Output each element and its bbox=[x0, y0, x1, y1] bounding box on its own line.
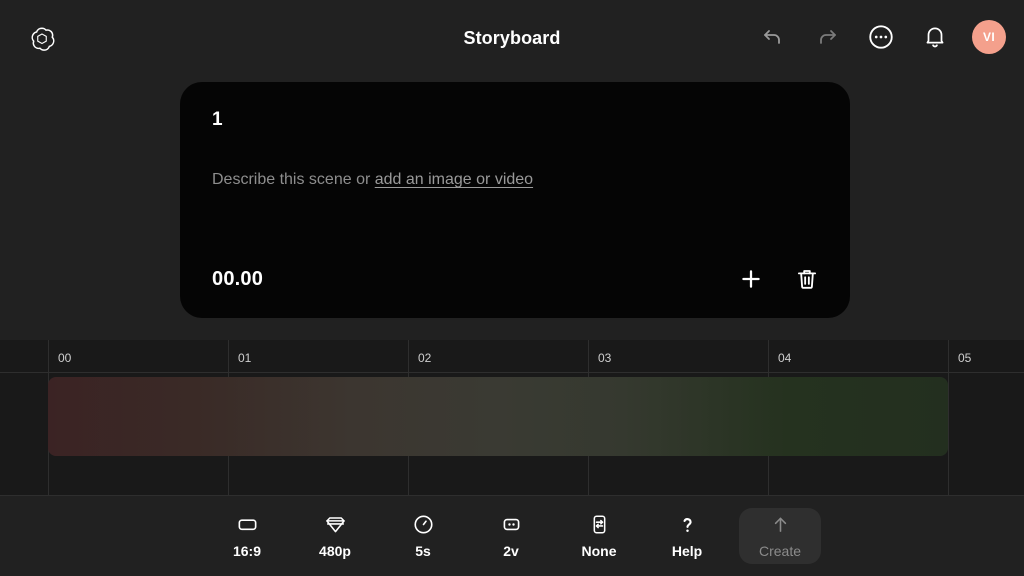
timeline[interactable]: 000102030405 Click anywhere on the timel… bbox=[0, 340, 1024, 496]
style-preset-label: None bbox=[581, 543, 617, 559]
resolution-gem-icon bbox=[325, 516, 345, 532]
storyboard-app: Storyboard VI 1 Describe this scene or a… bbox=[0, 0, 1024, 576]
plus-icon bbox=[742, 270, 760, 288]
undo-icon bbox=[764, 30, 780, 44]
avatar[interactable]: VI bbox=[972, 20, 1006, 54]
timeline-ruler-separator bbox=[0, 372, 1024, 373]
timeline-track[interactable] bbox=[48, 377, 948, 456]
timeline-ruler[interactable]: 00 01 02 03 04 05 bbox=[0, 340, 1024, 496]
variations-button[interactable]: 2v bbox=[467, 505, 555, 567]
undo-button[interactable] bbox=[756, 20, 790, 54]
timeline-tick bbox=[948, 340, 949, 496]
more-options-icon bbox=[869, 25, 893, 49]
variations-icon bbox=[503, 518, 519, 530]
delete-scene-button[interactable] bbox=[794, 266, 820, 292]
variations-label: 2v bbox=[503, 543, 519, 559]
add-media-link[interactable]: add an image or video bbox=[375, 171, 533, 188]
aspect-ratio-label: 16:9 bbox=[232, 543, 262, 559]
arrow-up-icon bbox=[774, 517, 786, 532]
scene-card-footer: 00.00 bbox=[212, 266, 820, 292]
create-label: Create bbox=[758, 543, 802, 559]
bell-icon bbox=[926, 27, 944, 48]
help-button[interactable]: Help bbox=[643, 505, 731, 567]
help-label: Help bbox=[671, 543, 703, 559]
aspect-ratio-button[interactable]: 16:9 bbox=[203, 505, 291, 567]
timeline-tick-label: 04 bbox=[778, 351, 792, 365]
header-actions: VI bbox=[756, 20, 1006, 54]
resolution-label: 480p bbox=[319, 543, 351, 559]
timeline-tick-label: 05 bbox=[958, 351, 972, 365]
timeline-tick-label: 01 bbox=[238, 351, 252, 365]
add-scene-button[interactable] bbox=[738, 266, 764, 292]
style-preset-button[interactable]: None bbox=[555, 505, 643, 567]
scene-description-prefix: Describe this scene or bbox=[212, 171, 375, 188]
duration-button[interactable]: 5s bbox=[379, 505, 467, 567]
redo-icon bbox=[820, 30, 836, 44]
duration-clock-icon bbox=[413, 514, 433, 534]
app-header: Storyboard VI bbox=[0, 0, 1024, 82]
resolution-button[interactable]: 480p bbox=[291, 505, 379, 567]
bottom-toolbar: 16:9 480p 5s 2v None Help Create bbox=[0, 496, 1024, 576]
scene-card-actions bbox=[738, 266, 820, 292]
avatar-initials: VI bbox=[983, 30, 995, 44]
trash-icon bbox=[797, 270, 817, 289]
timeline-tick-label: 00 bbox=[58, 351, 72, 365]
timeline-tick-label: 02 bbox=[418, 351, 432, 365]
timeline-tick-label: 03 bbox=[598, 351, 612, 365]
aspect-ratio-icon bbox=[238, 518, 256, 530]
scene-card[interactable]: 1 Describe this scene or add an image or… bbox=[180, 82, 850, 318]
scene-description[interactable]: Describe this scene or add an image or v… bbox=[212, 171, 533, 189]
notifications-button[interactable] bbox=[918, 20, 952, 54]
create-button[interactable]: Create bbox=[739, 508, 821, 564]
style-preset-icon bbox=[593, 514, 605, 534]
duration-label: 5s bbox=[415, 543, 431, 559]
scene-timecode: 00.00 bbox=[212, 267, 264, 290]
redo-button[interactable] bbox=[810, 20, 844, 54]
question-mark-icon bbox=[682, 517, 692, 532]
scene-index: 1 bbox=[212, 109, 223, 130]
more-options-button[interactable] bbox=[864, 20, 898, 54]
